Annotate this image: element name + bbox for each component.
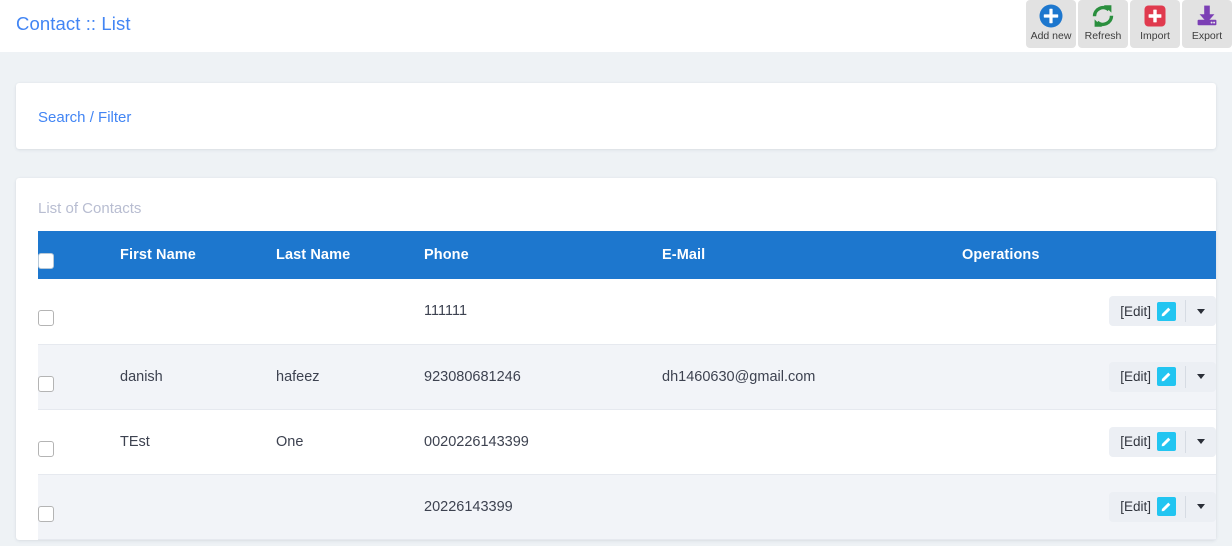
edit-button[interactable]: [Edit] <box>1109 492 1185 522</box>
pencil-icon <box>1157 432 1176 451</box>
pencil-icon <box>1157 497 1176 516</box>
edit-label: [Edit] <box>1120 303 1151 319</box>
chevron-down-icon <box>1197 374 1205 379</box>
table-header-row: First Name Last Name Phone E-Mail Operat… <box>38 231 1216 279</box>
edit-label: [Edit] <box>1120 369 1151 384</box>
operations-dropdown-toggle[interactable] <box>1186 296 1216 326</box>
operations-dropdown-toggle[interactable] <box>1186 492 1216 522</box>
edit-button[interactable]: [Edit] <box>1109 362 1185 392</box>
pencil-icon <box>1157 301 1176 321</box>
column-header-select <box>38 231 120 279</box>
column-header-phone[interactable]: Phone <box>424 231 662 279</box>
pencil-icon <box>1157 367 1176 386</box>
row-select-cell <box>38 409 120 475</box>
operations-button-group: [Edit] <box>1109 426 1216 457</box>
cell-operations: [Edit] <box>962 474 1216 540</box>
cell-first-name: danish <box>120 344 276 410</box>
cell-email: dh1460630@gmail.com <box>662 344 962 410</box>
table-row[interactable]: TEst One 0020226143399 [Edit] <box>38 409 1216 475</box>
column-header-first-name[interactable]: First Name <box>120 231 276 279</box>
cell-phone: 0020226143399 <box>424 409 662 475</box>
edit-button[interactable]: [Edit] <box>1109 427 1185 457</box>
top-header-bar: Contact :: List Add new Refresh Import E… <box>0 0 1232 52</box>
operations-dropdown-toggle[interactable] <box>1186 362 1216 392</box>
import-button[interactable]: Import <box>1130 0 1180 48</box>
operations-button-group: [Edit] <box>1109 296 1216 327</box>
search-filter-link[interactable]: Search / Filter <box>38 109 131 126</box>
cell-operations: [Edit] <box>962 344 1216 410</box>
cell-email <box>662 279 962 345</box>
contacts-table: First Name Last Name Phone E-Mail Operat… <box>38 231 1216 540</box>
contacts-table-wrapper: First Name Last Name Phone E-Mail Operat… <box>38 231 1216 540</box>
plus-circle-icon <box>1038 3 1064 29</box>
column-header-email[interactable]: E-Mail <box>662 231 962 279</box>
refresh-label: Refresh <box>1084 30 1122 42</box>
table-row[interactable]: 20226143399 [Edit] <box>38 474 1216 540</box>
cell-last-name: hafeez <box>276 344 424 410</box>
list-title: List of Contacts <box>38 200 142 217</box>
export-button[interactable]: Export <box>1182 0 1232 48</box>
import-label: Import <box>1140 30 1170 42</box>
cell-first-name <box>120 474 276 540</box>
table-head: First Name Last Name Phone E-Mail Operat… <box>38 231 1216 279</box>
cell-email <box>662 409 962 475</box>
add-new-label: Add new <box>1030 30 1072 42</box>
cell-last-name <box>276 279 424 345</box>
table-row[interactable]: danish hafeez 923080681246 dh1460630@gma… <box>38 344 1216 410</box>
cell-phone: 111111 <box>424 279 662 345</box>
refresh-icon <box>1090 3 1116 29</box>
contacts-list-card: List of Contacts First Name Last Name Ph… <box>16 178 1216 540</box>
column-header-last-name[interactable]: Last Name <box>276 231 424 279</box>
download-icon <box>1194 3 1220 29</box>
row-checkbox[interactable] <box>38 375 54 392</box>
toolbar: Add new Refresh Import Export <box>1026 0 1232 48</box>
operations-dropdown-toggle[interactable] <box>1186 427 1216 457</box>
cell-operations: [Edit] <box>962 409 1216 475</box>
chevron-down-icon <box>1197 308 1205 314</box>
edit-label: [Edit] <box>1120 434 1151 449</box>
cell-email <box>662 474 962 540</box>
cell-phone: 20226143399 <box>424 474 662 540</box>
row-select-cell <box>38 344 120 410</box>
chevron-down-icon <box>1197 439 1205 444</box>
select-all-checkbox[interactable] <box>38 252 54 269</box>
plus-square-icon <box>1142 3 1168 29</box>
page-title: Contact :: List <box>16 13 131 34</box>
table-row[interactable]: 111111 [Edit] <box>38 279 1216 345</box>
cell-operations: [Edit] <box>962 279 1216 345</box>
column-header-operations: Operations <box>962 231 1216 279</box>
row-select-cell <box>38 279 120 345</box>
row-checkbox[interactable] <box>38 440 54 457</box>
row-checkbox[interactable] <box>38 310 54 327</box>
table-body: 111111 [Edit] danish hafeez 923080681246… <box>38 279 1216 540</box>
export-label: Export <box>1191 30 1223 42</box>
cell-first-name <box>120 279 276 345</box>
add-new-button[interactable]: Add new <box>1026 0 1076 48</box>
refresh-button[interactable]: Refresh <box>1078 0 1128 48</box>
edit-button[interactable]: [Edit] <box>1109 296 1185 326</box>
cell-first-name: TEst <box>120 409 276 475</box>
edit-label: [Edit] <box>1120 499 1151 514</box>
cell-last-name <box>276 474 424 540</box>
search-filter-card: Search / Filter <box>16 83 1216 149</box>
operations-button-group: [Edit] <box>1109 361 1216 392</box>
operations-button-group: [Edit] <box>1109 491 1216 522</box>
cell-phone: 923080681246 <box>424 344 662 410</box>
row-select-cell <box>38 474 120 540</box>
row-checkbox[interactable] <box>38 505 54 522</box>
chevron-down-icon <box>1197 504 1205 509</box>
cell-last-name: One <box>276 409 424 475</box>
